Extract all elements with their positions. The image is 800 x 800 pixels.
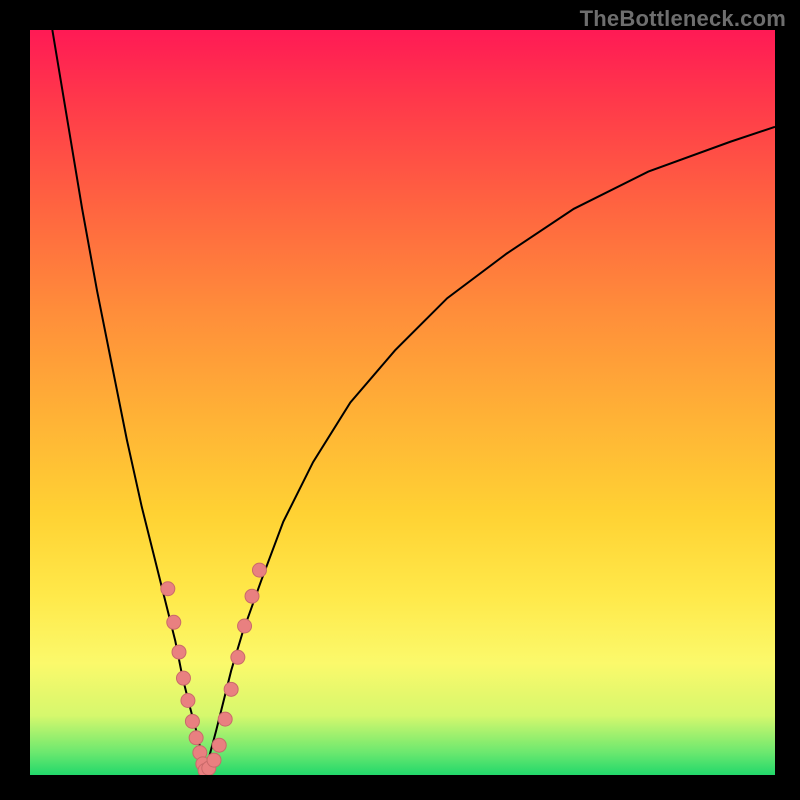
plot-area — [30, 30, 775, 775]
left-branch-marker — [172, 645, 186, 659]
curve-right-branch — [205, 127, 775, 771]
left-branch-marker — [167, 615, 181, 629]
right-branch-marker — [252, 563, 266, 577]
right-branch-marker — [238, 619, 252, 633]
right-branch-marker — [224, 682, 238, 696]
curve-left-branch — [52, 30, 205, 771]
left-branch-marker — [185, 714, 199, 728]
left-branch-marker — [176, 671, 190, 685]
data-markers — [161, 563, 267, 775]
watermark-text: TheBottleneck.com — [580, 6, 786, 32]
left-branch-marker — [161, 582, 175, 596]
chart-frame: TheBottleneck.com — [0, 0, 800, 800]
right-branch-marker — [218, 712, 232, 726]
right-branch-marker — [231, 650, 245, 664]
left-branch-marker — [181, 694, 195, 708]
right-branch-marker — [245, 589, 259, 603]
chart-svg — [30, 30, 775, 775]
trough-marker — [207, 753, 221, 767]
left-branch-marker — [189, 731, 203, 745]
trough-marker — [212, 738, 226, 752]
